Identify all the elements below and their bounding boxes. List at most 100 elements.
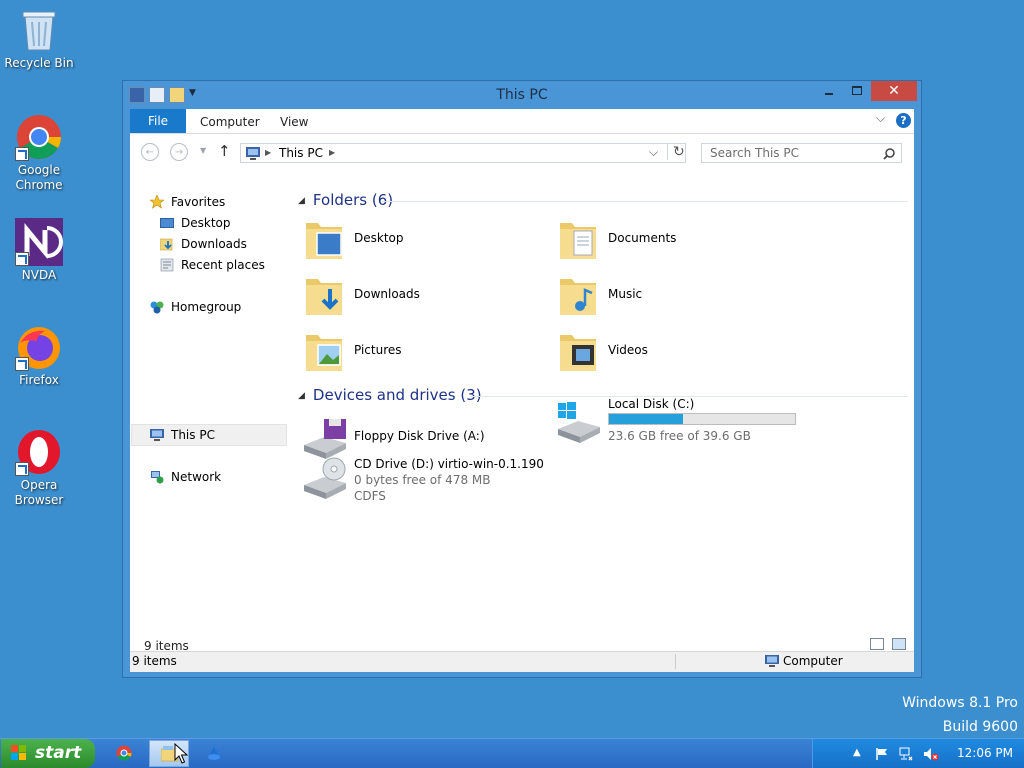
desktop-icon-label: Recycle Bin <box>4 56 74 70</box>
recent-places-icon <box>160 258 174 272</box>
videos-folder-icon <box>560 335 596 371</box>
drive-name: Floppy Disk Drive (A:) <box>354 429 485 443</box>
windows-logo-icon <box>11 745 26 760</box>
hard-disk-icon <box>558 402 600 443</box>
collapse-triangle-icon[interactable]: ◢ <box>298 196 305 206</box>
volume-muted-icon[interactable] <box>923 747 939 761</box>
navigation-pane: Favorites Desktop Downloads Recent place… <box>130 177 290 657</box>
cd-drive-icon <box>304 457 346 499</box>
computer-icon <box>765 654 779 667</box>
chrome-icon <box>15 113 63 161</box>
desktop-icon <box>160 218 174 228</box>
nav-item-label: This PC <box>171 428 215 442</box>
folder-item-pictures[interactable]: Pictures <box>298 327 538 377</box>
close-button[interactable]: ✕ <box>871 81 917 101</box>
group-title: Folders (6) <box>312 191 394 209</box>
breadcrumb-separator-icon[interactable]: ▶ <box>329 148 335 157</box>
status-items: 9 items <box>132 654 177 668</box>
desktop-icon-label: NVDA <box>21 268 57 282</box>
drive-file-system: CDFS <box>354 489 386 503</box>
back-button[interactable]: ← <box>141 143 159 161</box>
breadcrumb-separator-icon[interactable]: ▶ <box>265 148 271 157</box>
explorer-window: ▼ This PC ✕ File Computer View ⌵ ? ← → ▼… <box>122 80 922 678</box>
tab-computer[interactable]: Computer <box>200 109 260 133</box>
search-icon[interactable] <box>883 148 895 160</box>
maximize-button[interactable] <box>843 81 871 101</box>
taskbar-app[interactable] <box>194 740 234 767</box>
shortcut-arrow-icon <box>15 462 29 476</box>
collapse-triangle-icon[interactable]: ◢ <box>298 391 305 401</box>
status-location: Computer <box>765 654 843 668</box>
folder-item-music[interactable]: Music <box>552 271 792 321</box>
taskbar-clock[interactable]: 12:06 PM <box>957 746 1013 760</box>
desktop-icon-opera[interactable]: Opera Browser <box>1 428 77 508</box>
action-center-flag-icon[interactable] <box>875 747 889 761</box>
tab-file[interactable]: File <box>130 109 186 133</box>
group-header-devices[interactable]: ◢ Devices and drives (3) <box>298 386 482 404</box>
drive-free-space: 0 bytes free of 478 MB <box>354 473 491 487</box>
search-box[interactable]: Search This PC <box>701 143 902 163</box>
shortcut-arrow-icon <box>15 147 29 161</box>
status-divider <box>675 654 676 669</box>
window-client: File Computer View ⌵ ? ← → ▼ ↑ ▶ This PC… <box>130 109 914 672</box>
desktop-icon-label: Firefox <box>19 373 59 387</box>
drive-item-local-disk[interactable]: Local Disk (C:) 23.6 GB free of 39.6 GB <box>552 397 802 449</box>
folder-label: Music <box>608 287 643 301</box>
drive-item-cd[interactable]: CD Drive (D:) virtio-win-0.1.190 0 bytes… <box>298 453 548 505</box>
desktop-folder-icon <box>306 223 342 259</box>
forward-button[interactable]: → <box>170 143 188 161</box>
music-folder-icon <box>560 279 596 315</box>
chrome-icon <box>116 745 132 761</box>
start-button[interactable]: start <box>1 739 95 768</box>
expand-ribbon-chevron-icon[interactable]: ⌵ <box>876 111 885 126</box>
folder-item-downloads[interactable]: Downloads <box>298 271 538 321</box>
drive-free-space: 23.6 GB free of 39.6 GB <box>608 429 751 443</box>
nav-item-label: Homegroup <box>171 300 242 314</box>
folder-label: Downloads <box>354 287 420 301</box>
nav-item-label: Favorites <box>171 195 226 209</box>
search-input[interactable]: Search This PC <box>710 146 799 160</box>
nav-item-label: Desktop <box>181 216 231 230</box>
title-bar[interactable]: ▼ This PC ✕ <box>123 81 921 109</box>
taskbar-chrome[interactable] <box>104 740 144 767</box>
drive-name: Local Disk (C:) <box>608 397 695 411</box>
recent-locations-chevron-icon[interactable]: ▼ <box>200 146 206 155</box>
nav-item-label: Downloads <box>181 237 247 251</box>
desktop-icon-nvda[interactable]: NVDA <box>1 218 77 283</box>
desktop-icon-google-chrome[interactable]: Google Chrome <box>1 113 77 193</box>
folder-item-documents[interactable]: Documents <box>552 215 792 265</box>
tab-view[interactable]: View <box>280 109 308 133</box>
status-bar: 9 items Computer <box>130 651 914 672</box>
taskbar: start ▲ 12:06 PM <box>0 738 1024 768</box>
breadcrumb-this-pc[interactable]: This PC <box>279 146 323 160</box>
shortcut-arrow-icon <box>15 252 29 266</box>
show-hidden-icons-icon[interactable]: ▲ <box>853 747 861 758</box>
folder-item-desktop[interactable]: Desktop <box>298 215 538 265</box>
nvda-icon <box>15 218 63 266</box>
network-icon <box>151 471 164 484</box>
details-view-icon[interactable] <box>870 638 884 650</box>
desktop-icon-recycle-bin[interactable]: Recycle Bin <box>1 6 77 71</box>
desktop-icon-firefox[interactable]: Firefox <box>1 323 77 388</box>
address-dropdown-chevron-icon[interactable]: ⌵ <box>649 145 658 160</box>
star-icon <box>150 195 164 209</box>
address-bar[interactable]: ▶ This PC ▶ ⌵ ↻ <box>240 143 686 163</box>
refresh-button[interactable]: ↻ <box>667 144 685 160</box>
status-location-label: Computer <box>783 654 843 668</box>
group-header-folders[interactable]: ◢ Folders (6) <box>298 191 393 209</box>
minimize-button[interactable] <box>815 81 843 101</box>
downloads-folder-icon <box>160 238 173 251</box>
help-icon[interactable]: ? <box>896 113 911 128</box>
firefox-icon <box>15 323 63 371</box>
folder-label: Desktop <box>354 231 404 245</box>
computer-icon <box>150 429 164 441</box>
folder-item-videos[interactable]: Videos <box>552 327 792 377</box>
downloads-folder-icon <box>306 279 342 315</box>
navigation-bar: ← → ▼ ↑ ▶ This PC ▶ ⌵ ↻ Search This PC <box>130 134 914 170</box>
up-button[interactable]: ↑ <box>218 142 231 160</box>
drive-name: CD Drive (D:) virtio-win-0.1.190 <box>354 457 544 471</box>
network-icon[interactable] <box>899 747 913 761</box>
large-icons-view-icon[interactable] <box>892 638 906 650</box>
nav-item-label: Network <box>171 470 222 484</box>
ribbon: File Computer View ⌵ ? <box>130 109 914 134</box>
